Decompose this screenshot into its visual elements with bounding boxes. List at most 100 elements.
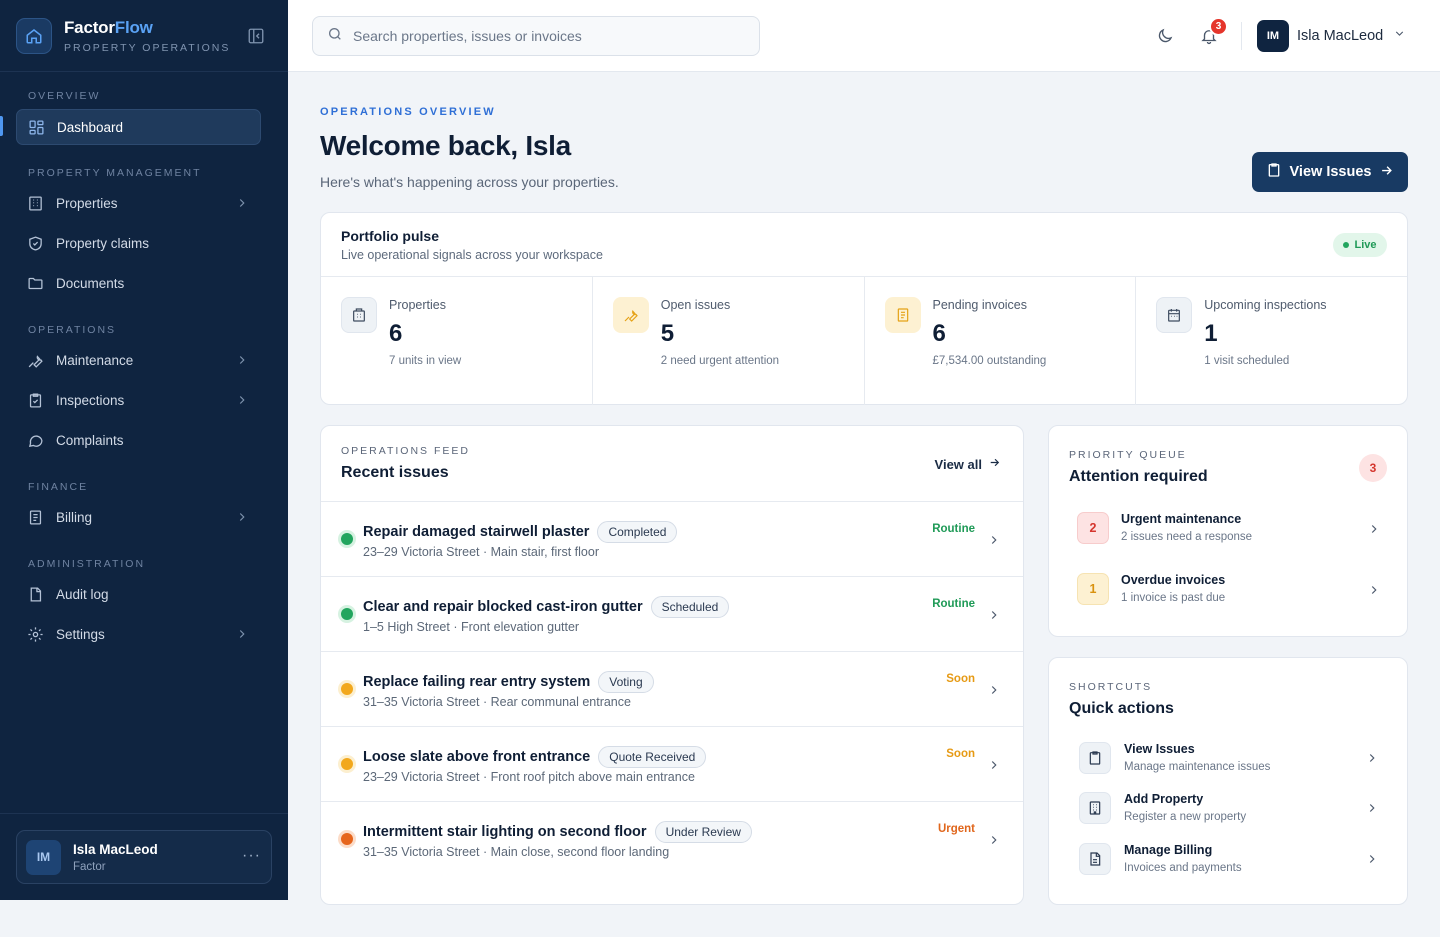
search-input[interactable] [353, 28, 733, 44]
sidebar-item-audit-log[interactable]: Audit log [16, 576, 261, 612]
view-issues-button[interactable]: View Issues [1252, 152, 1408, 192]
status-badge: Quote Received [598, 746, 707, 768]
status-badge: Scheduled [650, 596, 730, 618]
action-sub: Register a new property [1124, 811, 1247, 823]
calendar-icon [1156, 297, 1193, 333]
queue-item-sub: 2 issues need a response [1121, 531, 1253, 543]
stat-value: 6 [932, 320, 946, 347]
sidebar-item-inspections[interactable]: Inspections [16, 382, 261, 418]
sidebar-item-label: Documents [56, 275, 125, 291]
chevron-right-icon [987, 608, 1001, 627]
stat-sub: 7 units in view [389, 355, 462, 367]
priority-label: Routine [932, 523, 975, 535]
divider [0, 813, 288, 814]
document-icon [1079, 843, 1111, 875]
priority-label: Soon [946, 748, 975, 760]
brand-subtitle: PROPERTY OPERATIONS [64, 41, 231, 54]
user-menu[interactable]: IM Isla MacLeod [1257, 20, 1406, 52]
active-indicator [0, 116, 3, 136]
clipboard-check-icon [26, 391, 44, 409]
chevron-right-icon [235, 393, 249, 410]
page-subtitle: Here's what's happening across your prop… [320, 174, 619, 190]
sidebar-item-documents[interactable]: Documents [16, 265, 261, 301]
card-eyebrow: OPERATIONS FEED [341, 445, 470, 457]
chevron-right-icon [235, 196, 249, 213]
issue-location: 31–35 Victoria Street · Main close, seco… [363, 845, 670, 859]
queue-count: 1 [1077, 573, 1109, 605]
stat-open-issues[interactable]: Open issues 5 2 need urgent attention [593, 277, 865, 405]
section-administration: ADMINISTRATION [28, 558, 146, 570]
priority-label: Routine [932, 598, 975, 610]
portfolio-pulse-card: Portfolio pulse Live operational signals… [320, 212, 1408, 405]
queue-item-overdue-invoices[interactable]: 1 Overdue invoices 1 invoice is past due [1077, 573, 1381, 613]
card-title: Quick actions [1069, 700, 1174, 717]
folder-icon [26, 274, 44, 292]
search-box[interactable] [312, 16, 760, 56]
issue-location: 1–5 High Street · Front elevation gutter [363, 620, 580, 634]
collapse-sidebar-icon[interactable] [247, 27, 265, 45]
status-dot [341, 683, 353, 695]
more-options-icon[interactable]: ··· [242, 847, 261, 865]
stat-sub: 2 need urgent attention [660, 355, 780, 367]
section-finance: FINANCE [28, 481, 89, 493]
sidebar-item-dashboard[interactable]: Dashboard [16, 109, 261, 145]
stat-label: Properties [389, 298, 446, 312]
divider [1241, 22, 1242, 50]
sidebar-item-properties[interactable]: Properties [16, 185, 261, 221]
chevron-right-icon [1365, 801, 1379, 820]
stat-upcoming-inspections[interactable]: Upcoming inspections 1 1 visit scheduled [1136, 277, 1407, 405]
sidebar-item-maintenance[interactable]: Maintenance [16, 342, 261, 378]
action-sub: Manage maintenance issues [1124, 761, 1271, 773]
stat-label: Open issues [660, 298, 731, 312]
issue-row[interactable]: Intermittent stair lighting on second fl… [321, 802, 1023, 877]
building-icon [341, 297, 377, 333]
sidebar-item-billing[interactable]: Billing [16, 499, 261, 535]
chevron-right-icon [1367, 583, 1381, 602]
issue-location: 31–35 Victoria Street · Rear communal en… [363, 695, 631, 709]
sidebar-item-label: Property claims [56, 235, 150, 251]
issue-title: Intermittent stair lighting on second fl… [363, 824, 647, 840]
action-title: View Issues [1124, 742, 1195, 756]
sidebar-user-card[interactable]: IM Isla MacLeod Factor ··· [16, 830, 272, 884]
status-dot [341, 833, 353, 845]
chevron-right-icon [987, 533, 1001, 552]
priority-label: Soon [946, 673, 975, 685]
user-name: Isla MacLeod [1297, 28, 1384, 44]
building-icon [26, 194, 44, 212]
file-log-icon [26, 585, 44, 603]
moon-icon[interactable] [1153, 24, 1177, 48]
chevron-right-icon [1367, 522, 1381, 541]
sidebar-item-settings[interactable]: Settings [16, 616, 261, 652]
quick-action-manage-billing[interactable]: Manage Billing Invoices and payments [1079, 843, 1379, 879]
chevron-right-icon [987, 758, 1001, 777]
status-badge: Completed [597, 521, 678, 543]
quick-action-view-issues[interactable]: View Issues Manage maintenance issues [1079, 742, 1379, 778]
sidebar-item-property-claims[interactable]: Property claims [16, 225, 261, 261]
wrench-icon [26, 351, 44, 369]
stat-properties[interactable]: Properties 6 7 units in view [321, 277, 593, 405]
count-badge: 3 [1359, 454, 1387, 482]
stat-sub: 1 visit scheduled [1204, 355, 1290, 367]
queue-item-title: Overdue invoices [1121, 573, 1226, 587]
view-all-link[interactable]: View all [935, 456, 1001, 472]
avatar: IM [26, 839, 61, 875]
chevron-right-icon [235, 353, 249, 370]
issue-location: 23–29 Victoria Street · Main stair, firs… [363, 545, 599, 559]
recent-issues-card: OPERATIONS FEED Recent issues View all R… [320, 425, 1024, 905]
card-title: Attention required [1069, 468, 1208, 485]
issue-row[interactable]: Repair damaged stairwell plaster Complete… [321, 502, 1023, 577]
issue-row[interactable]: Clear and repair blocked cast-iron gutte… [321, 577, 1023, 652]
issue-row[interactable]: Replace failing rear entry system Voting … [321, 652, 1023, 727]
issue-row[interactable]: Loose slate above front entrance Quote Re… [321, 727, 1023, 802]
live-dot [1343, 242, 1350, 248]
queue-count: 2 [1077, 512, 1109, 544]
arrow-right-icon [988, 456, 1001, 472]
sidebar-item-complaints[interactable]: Complaints [16, 422, 261, 458]
stat-pending-invoices[interactable]: Pending invoices 6 £7,534.00 outstanding [865, 277, 1137, 405]
dashboard-icon [27, 118, 45, 136]
issue-title: Replace failing rear entry system [363, 674, 591, 690]
queue-item-urgent-maintenance[interactable]: 2 Urgent maintenance 2 issues need a res… [1077, 512, 1381, 552]
stat-label: Upcoming inspections [1204, 298, 1327, 312]
quick-action-add-property[interactable]: Add Property Register a new property [1079, 792, 1379, 828]
status-badge: Under Review [654, 821, 752, 843]
